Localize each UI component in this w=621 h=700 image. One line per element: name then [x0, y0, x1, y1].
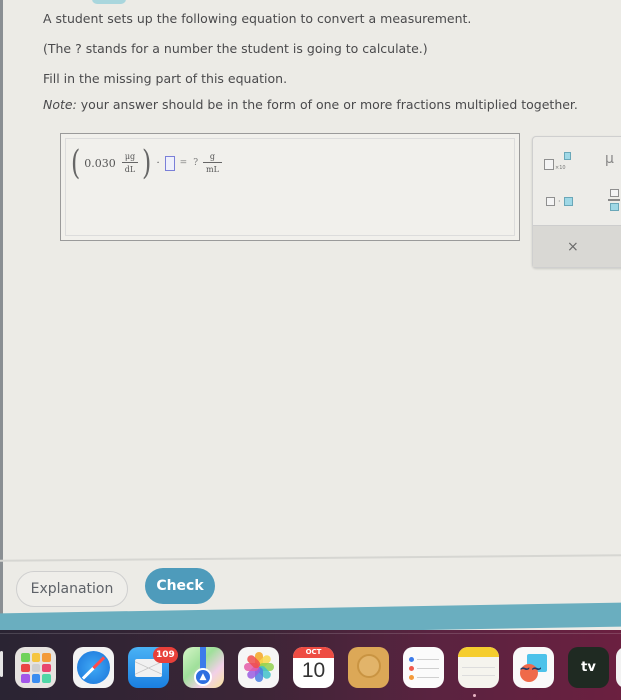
question-line-2: (The ? stands for a number the student i…	[43, 41, 428, 56]
top-tab-fragment	[92, 0, 126, 4]
clear-button[interactable]: ×	[533, 225, 621, 267]
math-tool-panel: ×10 μ · ×	[532, 136, 621, 268]
denominator-box-icon	[609, 202, 619, 211]
given-unit-denominator: dL	[124, 165, 136, 174]
next-app-icon[interactable]	[616, 647, 621, 688]
fraction-bar-icon	[608, 199, 620, 201]
calendar-month: OCT	[293, 647, 334, 658]
answer-input-slot[interactable]	[164, 155, 175, 171]
multiply-operator: ·	[156, 157, 160, 169]
right-paren: )	[142, 143, 152, 183]
note-text: your answer should be in the form of one…	[76, 97, 578, 112]
freeform-squiggle: ~~	[519, 661, 543, 677]
launchpad-grid	[21, 653, 51, 683]
multiply-dot-button[interactable]: ·	[546, 194, 582, 208]
launchpad-icon[interactable]	[15, 647, 56, 688]
apple-tv-icon[interactable]: tv	[568, 647, 609, 688]
fraction-button[interactable]	[607, 189, 621, 211]
safari-icon[interactable]	[73, 647, 114, 688]
exponent-box-icon	[564, 152, 571, 160]
given-unit-numerator: μg	[124, 152, 136, 161]
dock-left-edge-app	[0, 651, 3, 677]
reminders-icon[interactable]	[403, 647, 444, 688]
note-label: Note:	[43, 97, 77, 112]
given-unit-fraction: μg dL	[121, 152, 139, 174]
close-icon: ×	[567, 238, 579, 255]
numerator-box-icon	[609, 189, 619, 197]
explanation-button[interactable]: Explanation	[16, 571, 128, 607]
question-line-1: A student sets up the following equation…	[43, 11, 472, 26]
photos-icon[interactable]	[238, 647, 279, 688]
notes-header	[458, 647, 499, 657]
question-line-3: Fill in the missing part of this equatio…	[43, 71, 288, 86]
mu-symbol-button[interactable]: μ	[605, 151, 614, 167]
dock: ▲ OCT 10 ~~ tv	[0, 630, 621, 700]
equation: ( 0.030 μg dL ) · = ? g mL	[69, 143, 224, 183]
notes-icon[interactable]	[458, 647, 499, 688]
freeform-icon[interactable]: ~~	[513, 647, 554, 688]
right-box-icon	[563, 196, 573, 206]
result-unit-fraction: g mL	[203, 152, 222, 174]
times-ten-label: ×10	[555, 165, 566, 171]
section-divider	[0, 554, 621, 562]
calendar-icon[interactable]: OCT 10	[293, 647, 334, 688]
maps-arrow-pin: ▲	[194, 668, 212, 686]
equals-operator: =	[179, 158, 188, 168]
check-button[interactable]: Check	[145, 568, 215, 604]
base-box-icon	[544, 159, 554, 170]
running-indicator	[473, 694, 476, 697]
contact-silhouette	[357, 654, 381, 678]
dock-top-line	[0, 633, 621, 634]
answer-box[interactable]: ( 0.030 μg dL ) · = ? g mL	[60, 133, 520, 241]
maps-icon[interactable]: ▲	[183, 647, 224, 688]
tv-label: tv	[581, 660, 596, 675]
contacts-icon[interactable]	[348, 647, 389, 688]
left-box-icon	[546, 196, 555, 206]
calendar-day: 10	[301, 659, 326, 682]
unknown-value: ?	[193, 158, 199, 168]
mail-badge: 109	[153, 647, 178, 663]
left-paren: (	[70, 143, 81, 183]
result-unit-denominator: mL	[206, 165, 219, 174]
question-note: Note: your answer should be in the form …	[43, 97, 578, 112]
dot-icon: ·	[558, 196, 561, 206]
window-left-edge	[0, 0, 3, 650]
given-value: 0.030	[84, 156, 116, 170]
scientific-notation-button[interactable]: ×10	[544, 149, 576, 173]
result-unit-numerator: g	[209, 152, 216, 161]
